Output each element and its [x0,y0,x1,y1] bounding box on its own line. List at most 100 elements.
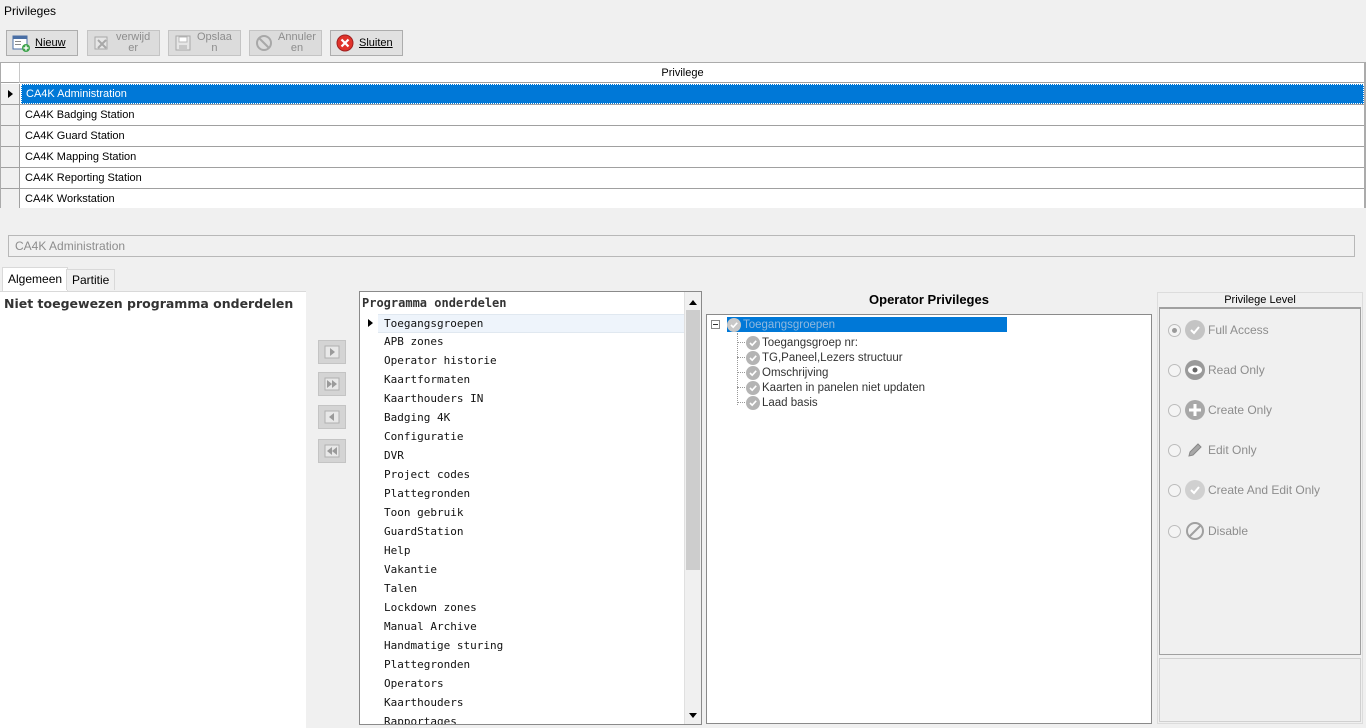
option-edit-only[interactable]: Edit Only [1168,440,1257,460]
move-left-button[interactable] [318,405,346,429]
list-item[interactable]: APB zones [384,333,444,352]
tree-node[interactable]: TG,Paneel,Lezers structuur [746,350,903,365]
list-item[interactable]: Operators [384,675,444,694]
list-item[interactable]: Toegangsgroepen [378,314,684,333]
list-item[interactable]: Lockdown zones [384,599,477,618]
list-item[interactable]: Kaartformaten [384,371,470,390]
tab-partitie[interactable]: Partitie [66,269,116,290]
vertical-scrollbar[interactable] [684,292,701,724]
list-item[interactable]: Toon gebruik [384,504,463,523]
tree-node[interactable]: Kaarten in panelen niet updaten [746,380,925,395]
row-header[interactable] [1,168,20,188]
check-circle-icon [746,380,760,395]
option-create-only[interactable]: Create Only [1168,400,1272,420]
list-item[interactable]: DVR [384,447,404,466]
plus-circle-icon [1185,400,1205,420]
radio-button[interactable] [1168,323,1181,337]
table-row[interactable]: CA4K Reporting Station [1,168,1364,189]
list-item[interactable]: Operator historie [384,352,497,371]
arrow-left-icon [324,410,340,424]
tree-node[interactable]: Laad basis [746,395,818,410]
new-button[interactable]: Nieuw [6,30,78,56]
tab-algemeen[interactable]: Algemeen [2,267,69,291]
list-item[interactable]: Configuratie [384,428,463,447]
check-circle-icon [746,395,760,410]
table-cell[interactable]: CA4K Reporting Station [21,168,1364,188]
list-item[interactable]: Handmatige sturing [384,637,503,656]
list-item[interactable]: Kaarthouders [384,694,463,713]
check-circle-icon [1185,320,1205,340]
check-circle-icon [746,335,760,350]
unassigned-components-panel[interactable]: Niet toegewezen programma onderdelen [0,291,306,728]
double-arrow-left-icon [324,444,340,458]
list-item[interactable]: Manual Archive [384,618,477,637]
table-row[interactable]: CA4K Workstation [1,189,1364,210]
scroll-down-button[interactable] [685,707,701,723]
row-header[interactable] [1,147,20,167]
table-row[interactable]: CA4K Administration [1,84,1364,105]
option-disable[interactable]: Disable [1168,521,1248,541]
move-all-right-button[interactable] [318,372,346,396]
cancel-button[interactable]: Annuler en [249,30,322,56]
delete-button[interactable]: verwijd er [87,30,160,56]
delete-button-label: verwijd er [116,31,151,54]
table-row[interactable]: CA4K Guard Station [1,126,1364,147]
row-header[interactable] [1,84,20,104]
privilege-level-group: Privilege Level Full Access Read Only Cr… [1157,292,1363,724]
radio-button[interactable] [1168,483,1181,497]
program-components-title: Programma onderdelen [362,296,507,310]
table-cell[interactable]: CA4K Guard Station [21,126,1364,146]
collapse-icon[interactable] [711,320,720,329]
cancel-button-label: Annuler en [278,31,316,54]
option-full-access[interactable]: Full Access [1168,320,1269,340]
list-item[interactable]: Badging 4K [384,409,450,428]
list-item[interactable]: Rapportages [384,713,457,724]
radio-button[interactable] [1168,403,1181,417]
check-circle-icon [1185,480,1205,500]
option-create-and-edit-only[interactable]: Create And Edit Only [1168,480,1320,500]
list-item[interactable]: Plattegronden [384,656,470,675]
list-item[interactable]: Vakantie [384,561,437,580]
window-title: Privileges [4,4,57,18]
tree-node-root[interactable]: Toegangsgroepen [727,317,1007,332]
table-cell[interactable]: CA4K Administration [21,84,1364,104]
radio-button[interactable] [1168,524,1181,538]
option-read-only[interactable]: Read Only [1168,360,1265,380]
table-row[interactable]: CA4K Mapping Station [1,147,1364,168]
list-item[interactable]: Help [384,542,411,561]
scroll-up-button[interactable] [685,294,701,310]
chevron-down-icon [689,712,697,718]
save-button[interactable]: Opslaa n [168,30,241,56]
row-header[interactable] [1,189,20,209]
list-item[interactable]: GuardStation [384,523,463,542]
list-item[interactable]: Kaarthouders IN [384,390,483,409]
delete-record-icon [92,33,112,53]
tree-node[interactable]: Toegangsgroep nr: [746,335,858,350]
list-item[interactable]: Project codes [384,466,470,485]
privilege-grid[interactable]: Privilege CA4K Administration CA4K Badgi… [0,62,1366,220]
privilege-name-field[interactable]: CA4K Administration [8,235,1355,257]
privilege-level-lower-panel [1159,658,1361,722]
grid-header-privilege[interactable]: Privilege [1,63,1364,83]
tree-node[interactable]: Omschrijving [746,365,828,380]
table-cell[interactable]: CA4K Badging Station [21,105,1364,125]
row-header[interactable] [1,105,20,125]
row-pointer-icon [8,90,13,98]
move-all-left-button[interactable] [318,439,346,463]
list-item[interactable]: Plattegronden [384,485,470,504]
move-right-button[interactable] [318,340,346,364]
radio-button[interactable] [1168,443,1181,457]
table-row[interactable]: CA4K Badging Station [1,105,1364,126]
eye-icon [1185,360,1205,380]
unassigned-components-title: Niet toegewezen programma onderdelen [4,296,294,311]
scroll-thumb[interactable] [686,310,700,570]
row-pointer-icon [368,319,373,327]
radio-button[interactable] [1168,363,1181,377]
table-cell[interactable]: CA4K Mapping Station [21,147,1364,167]
row-header[interactable] [1,126,20,146]
list-item[interactable]: Talen [384,580,417,599]
program-components-panel[interactable]: Programma onderdelen Toegangsgroepen APB… [359,291,702,725]
close-button[interactable]: Sluiten [330,30,403,56]
operator-privileges-tree[interactable]: Toegangsgroepen Toegangsgroep nr: TG,Pan… [706,314,1152,724]
table-cell[interactable]: CA4K Workstation [21,189,1364,209]
